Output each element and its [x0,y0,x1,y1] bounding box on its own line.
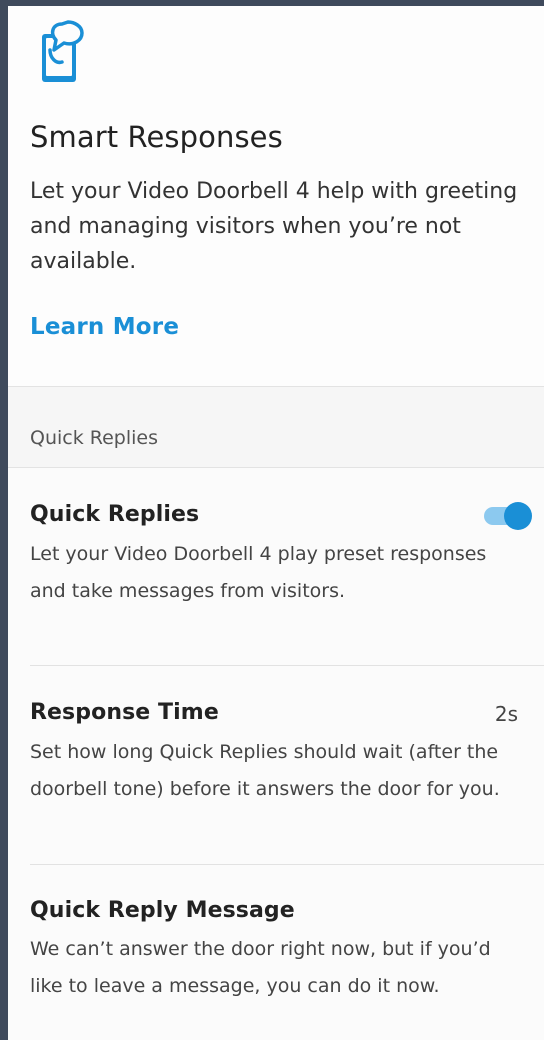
toggle-knob [504,502,532,530]
smart-responses-header: Smart Responses Let your Video Doorbell … [8,6,544,387]
page-description: Let your Video Doorbell 4 help with gree… [30,179,518,274]
section-label: Quick Replies [30,427,159,449]
response-time-value: 2s [494,702,518,726]
learn-more-link[interactable]: Learn More [30,314,179,340]
quick-reply-message-description: We can’t answer the door right now, but … [30,938,491,997]
smart-responses-icon [42,20,84,82]
quick-reply-message-setting[interactable]: Quick Reply Message We can’t answer the … [30,865,544,1040]
quick-reply-message-title: Quick Reply Message [30,898,295,923]
quick-replies-description: Let your Video Doorbell 4 play preset re… [30,543,487,602]
quick-replies-setting[interactable]: Quick Replies Let your Video Doorbell 4 … [30,468,544,664]
section-header-quick-replies: Quick Replies [8,387,544,468]
response-time-description: Set how long Quick Replies should wait (… [30,741,500,800]
settings-list: Quick Replies Let your Video Doorbell 4 … [8,468,544,1040]
app-screen: Smart Responses Let your Video Doorbell … [8,6,544,1040]
quick-replies-title: Quick Replies [30,502,200,527]
quick-replies-toggle[interactable] [482,502,532,530]
response-time-title: Response Time [30,700,219,725]
page-title: Smart Responses [30,120,283,154]
response-time-setting[interactable]: Response Time 2s Set how long Quick Repl… [30,666,544,864]
